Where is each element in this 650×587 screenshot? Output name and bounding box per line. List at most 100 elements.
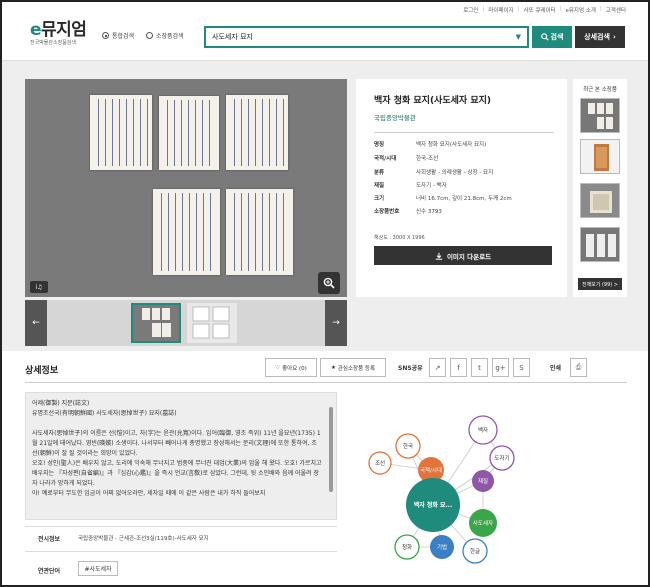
recent-thumbnail	[581, 99, 619, 132]
meta-key: 분류	[374, 170, 385, 176]
search-box: ▼	[204, 26, 529, 48]
detail-line	[26, 419, 336, 429]
recent-thumbnail	[581, 184, 619, 217]
detail-line: 사도세자(思悼世子)의 이름은 선(愃)이고, 자(字)는 윤관(允寬)이다. …	[32, 430, 321, 457]
recent-item[interactable]	[580, 139, 620, 174]
related-tag[interactable]: #사도세자	[78, 561, 118, 576]
meta-key: 소장품번호	[374, 209, 400, 215]
radio-label: 통합검색	[112, 33, 135, 40]
meta-row: 크기 너비 16.7cm, 깊이 21.8cm, 두께 2cm	[374, 194, 512, 202]
meta-value: 도자기 - 백자	[416, 183, 447, 189]
graph-node-label[interactable]: 한국	[403, 443, 413, 450]
logo-title: 뮤지엄	[41, 20, 87, 40]
chevron-down-icon[interactable]: ▼	[516, 33, 521, 41]
relation-graph[interactable]: 백자 청화 묘... 한국 국적/시대 조선 도자기 백자 재질 청화 기법 한…	[350, 392, 627, 576]
recent-item[interactable]	[580, 98, 620, 133]
twitter-icon[interactable]: t	[471, 358, 488, 377]
site-logo[interactable]: e뮤지엄 전국박물관소장품검색	[30, 15, 87, 46]
search-button[interactable]: 검색	[532, 26, 572, 48]
meta-key: 재질	[374, 183, 385, 189]
utility-nav: 로그인 | 마이페이지 | 사또 큐레이터 | e뮤지엄 소개 | 고객센터	[463, 6, 626, 14]
radio-label: 소장품검색	[156, 33, 184, 40]
advanced-search-button[interactable]: 상세검색 ›	[575, 26, 625, 48]
radio-dot[interactable]	[102, 32, 109, 39]
about-link[interactable]: e뮤지엄 소개	[565, 6, 595, 14]
recent-item[interactable]	[580, 183, 620, 218]
detail-line: 아! 예로부터 무도한 임금이 어찌 없어오라만, 세자일 때에 이 같은 사람…	[32, 490, 266, 497]
like-button[interactable]: ♡ 좋아요 (0)	[265, 358, 317, 377]
search-input[interactable]	[206, 28, 506, 46]
facebook-icon[interactable]: f	[450, 358, 467, 377]
graph-center-label[interactable]: 백자 청화 묘...	[414, 501, 453, 509]
login-link[interactable]: 로그인	[463, 6, 478, 14]
chevron-right-icon: ›	[612, 33, 616, 41]
epitaph-plate-5	[226, 189, 293, 275]
meta-value: 신수 3793	[416, 209, 442, 215]
download-icon	[435, 252, 443, 260]
support-link[interactable]: 고객센터	[606, 6, 626, 14]
recent-item[interactable]	[580, 227, 620, 262]
epitaph-plate-3	[226, 95, 288, 170]
divider	[25, 551, 337, 552]
scrollbar-thumb[interactable]	[329, 407, 333, 492]
graph-node-label[interactable]: 도자기	[494, 454, 509, 462]
sns-share-label: SNS공유	[398, 365, 423, 372]
logo-e: e	[30, 20, 42, 40]
meta-row: 분류 사회생활 - 의례생활 - 상장 - 묘지	[374, 168, 493, 176]
recent-thumbnail	[581, 228, 619, 261]
star-icon: ★	[330, 364, 336, 371]
printer-icon[interactable]: ⎙	[570, 358, 587, 377]
resolution-text: 해상도 : 3000 X 1996	[374, 235, 425, 241]
meta-value: 한국-조선	[416, 156, 439, 162]
graph-node-label[interactable]: 기법	[437, 543, 447, 551]
detail-line: 오호! 성인(聖人)은 배우지 않고, 도리에 익숙해 무너지고 범중에 무너진…	[32, 460, 322, 487]
favorite-button[interactable]: ★ 관심소장품 등록	[320, 358, 386, 377]
radio-integrated[interactable]: 통합검색	[102, 31, 134, 40]
meta-value: 백자 청화 묘지(사도세자 묘지)	[416, 142, 487, 148]
radio-collection[interactable]: 소장품검색	[146, 31, 184, 40]
arrow-left-icon[interactable]: ←	[25, 300, 47, 346]
graph-node-label[interactable]: 백자	[478, 426, 488, 434]
artifact-image-viewer[interactable]	[25, 79, 347, 297]
thumbnail-image	[133, 305, 179, 341]
meta-row: 국적/시대 한국-조선	[374, 154, 438, 162]
epitaph-plate-4	[153, 189, 220, 275]
heart-icon: ♡	[275, 364, 281, 371]
curator-link[interactable]: 사또 큐레이터	[523, 6, 555, 14]
viewer-badge[interactable]: ⅰ♫	[30, 281, 48, 293]
story-icon[interactable]: S	[513, 358, 530, 377]
magnifier-plus-icon[interactable]	[318, 272, 340, 294]
graph-node-label[interactable]: 청화	[402, 544, 412, 551]
graph-node-label[interactable]: 재질	[478, 477, 488, 485]
meta-row: 재질 도자기 - 백자	[374, 181, 447, 189]
arrow-right-icon[interactable]: →	[325, 300, 347, 346]
epitaph-plate-1	[90, 95, 152, 170]
like-label: 좋아요 (0)	[282, 365, 307, 372]
graph-node-label[interactable]: 사도세자	[473, 519, 493, 527]
exhibition-label: 전시정보	[38, 536, 61, 543]
mypage-link[interactable]: 마이페이지	[488, 6, 513, 14]
print-label: 인쇄	[550, 365, 562, 372]
exhibition-value[interactable]: 국립중앙박물관 - 근세관-조선3실(119호)-사도세자 묘지	[78, 534, 209, 542]
favorite-label: 관심소장품 등록	[337, 365, 376, 372]
graph-node-label[interactable]: 조선	[375, 459, 385, 467]
graph-node-label[interactable]: 한글	[470, 548, 480, 555]
scrollbar[interactable]	[328, 397, 334, 515]
epitaph-plate-2	[159, 96, 219, 170]
logo-subtitle: 전국박물관소장품검색	[30, 40, 77, 46]
detail-line: 어제(御製) 지문(誌文)	[32, 400, 90, 407]
radio-dot[interactable]	[146, 32, 153, 39]
download-image-button[interactable]: 이미지 다운로드	[374, 246, 552, 265]
detail-text-box[interactable]: 어제(御製) 지문(誌文) 유명조선국(有明朝鮮國) 사도세자(思悼世子) 묘지…	[25, 392, 337, 520]
detail-title: 상세정보	[25, 366, 59, 376]
museum-name[interactable]: 국립중앙박물관	[374, 112, 416, 122]
thumbnail-selected[interactable]	[131, 303, 181, 343]
download-label: 이미지 다운로드	[446, 252, 492, 261]
google-plus-icon[interactable]: g+	[492, 358, 509, 377]
thumbnail-item[interactable]	[187, 303, 237, 343]
share-icon[interactable]: ↗	[429, 358, 446, 377]
artifact-info-panel: 백자 청화 묘지(사도세자 묘지) 국립중앙박물관 명칭 백자 청화 묘지(사도세…	[356, 79, 567, 297]
view-all-button[interactable]: 전체보기 (99) >	[578, 278, 622, 290]
meta-value: 너비 16.7cm, 깊이 21.8cm, 두께 2cm	[416, 196, 512, 202]
graph-node-label[interactable]: 국적/시대	[420, 466, 442, 474]
